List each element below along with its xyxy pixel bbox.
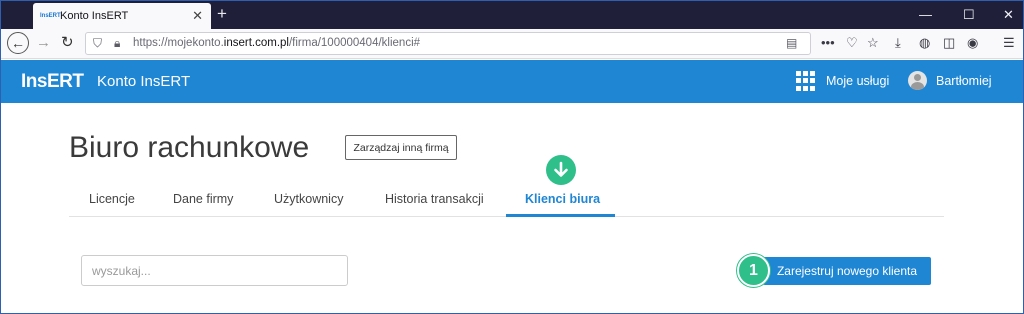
app-header: InsERT Konto InsERT Moje usługi Bartłomi…: [1, 60, 1023, 103]
tab-title: Konto InsERT: [60, 10, 129, 22]
tab-licenses[interactable]: Licencje: [89, 192, 135, 206]
maximize-icon[interactable]: ☐: [963, 7, 975, 23]
reader-view-icon[interactable]: ▤: [786, 36, 797, 50]
tab-transaction-history[interactable]: Historia transakcji: [385, 192, 484, 206]
insert-logo[interactable]: InsERT: [21, 71, 84, 93]
user-menu-link[interactable]: Bartłomiej: [936, 74, 992, 88]
back-icon[interactable]: ←: [7, 32, 29, 54]
download-icon[interactable]: ⤓: [895, 35, 901, 51]
app-title[interactable]: Konto InsERT: [97, 73, 190, 90]
account-icon[interactable]: ◉: [967, 35, 978, 51]
navigation-bar: ← → ↻ ⛉ 🔒︎ https://mojekonto.insert.com.…: [1, 29, 1023, 59]
user-avatar-icon[interactable]: [908, 71, 927, 90]
lock-icon[interactable]: 🔒︎: [114, 36, 120, 51]
my-services-link[interactable]: Moje usługi: [826, 74, 889, 88]
browser-tab[interactable]: InsERT Konto InsERT ✕: [33, 3, 211, 29]
search-input[interactable]: [81, 255, 348, 286]
forward-icon[interactable]: →: [36, 33, 51, 53]
pocket-icon[interactable]: ♡: [846, 35, 858, 51]
browser-window: InsERT Konto InsERT ✕ + — ☐ ✕ ← → ↻ ⛉ 🔒︎…: [0, 0, 1024, 314]
favicon-icon: InsERT: [40, 13, 61, 19]
active-tab-indicator: [506, 214, 615, 217]
close-tab-icon[interactable]: ✕: [192, 8, 203, 24]
reload-icon[interactable]: ↻: [61, 33, 74, 53]
register-new-client-button[interactable]: Zarejestruj nowego klienta: [763, 257, 931, 285]
new-tab-icon[interactable]: +: [217, 4, 227, 24]
tab-users[interactable]: Użytkownicy: [274, 192, 343, 206]
bookmark-star-icon[interactable]: ☆: [867, 35, 879, 51]
url-text[interactable]: https://mojekonto.insert.com.pl/firma/10…: [133, 37, 420, 49]
shield-icon[interactable]: ⛉: [93, 36, 102, 51]
close-window-icon[interactable]: ✕: [1003, 7, 1014, 23]
minimize-icon[interactable]: —: [919, 7, 932, 22]
tab-company-data[interactable]: Dane firmy: [173, 192, 233, 206]
step-number-badge: 1: [737, 254, 770, 287]
menu-icon[interactable]: ☰: [1003, 35, 1015, 51]
tab-office-clients[interactable]: Klienci biura: [525, 192, 600, 206]
extension-icon[interactable]: ◍: [919, 35, 930, 51]
company-tabs: Licencje Dane firmy Użytkownicy Historia…: [69, 183, 944, 217]
page-title: Biuro rachunkowe: [69, 131, 310, 164]
arrow-down-icon: [546, 155, 576, 185]
manage-other-company-button[interactable]: Zarządzaj inną firmą: [345, 135, 457, 160]
tab-strip: InsERT Konto InsERT ✕ + — ☐ ✕: [1, 1, 1023, 29]
apps-grid-icon[interactable]: [796, 71, 816, 91]
url-bar[interactable]: ⛉ 🔒︎ https://mojekonto.insert.com.pl/fir…: [85, 32, 811, 55]
sidebar-icon[interactable]: ◫: [943, 35, 955, 51]
more-actions-icon[interactable]: •••: [821, 35, 835, 50]
